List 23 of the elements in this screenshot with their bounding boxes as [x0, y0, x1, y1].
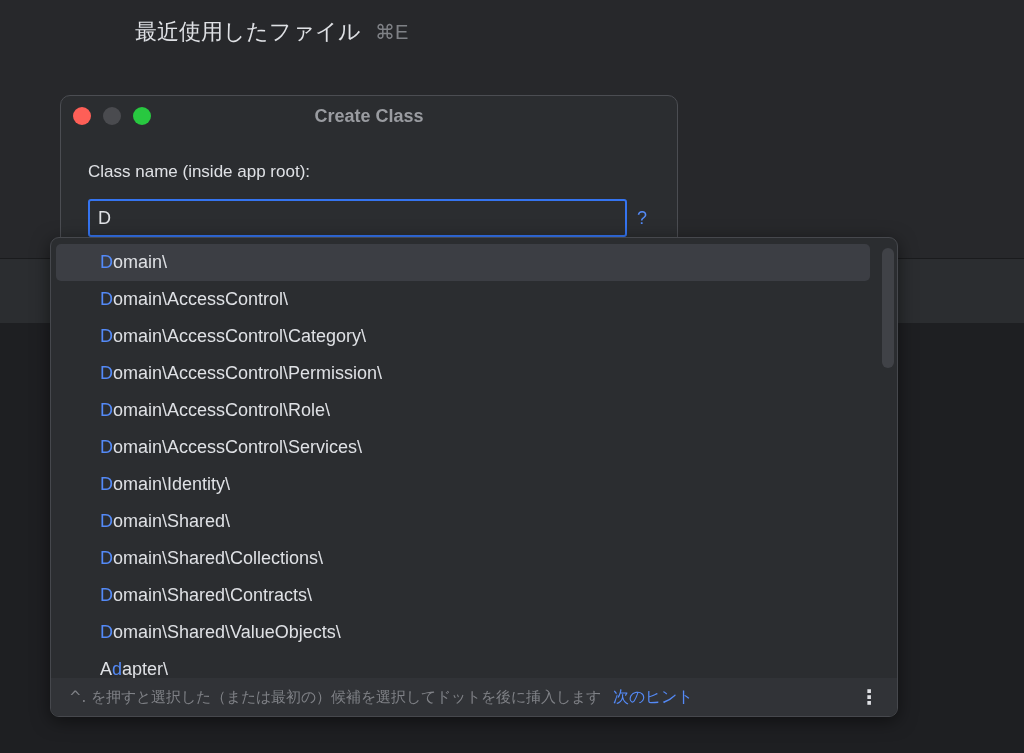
menu-item[interactable]: 最近使用したファイル: [135, 17, 361, 47]
field-label: Class name (inside app root):: [88, 162, 311, 182]
suggestion-item[interactable]: Domain\Shared\Contracts\: [56, 577, 870, 614]
suggestion-item[interactable]: Domain\Identity\: [56, 466, 870, 503]
suggestion-item[interactable]: Adapter\: [56, 651, 870, 678]
help-link[interactable]: ?: [637, 207, 647, 229]
suggestion-item[interactable]: Domain\Shared\ValueObjects\: [56, 614, 870, 651]
hint-text: ^. を押すと選択した（または最初の）候補を選択してドットを後に挿入します: [69, 687, 602, 707]
suggestion-item[interactable]: Domain\AccessControl\Permission\: [56, 355, 870, 392]
suggestion-item[interactable]: Domain\Shared\: [56, 503, 870, 540]
suggestion-item[interactable]: Domain\AccessControl\Services\: [56, 429, 870, 466]
shortcut-text: ⌘E: [375, 20, 409, 44]
suggestion-item[interactable]: Domain\Shared\Collections\: [56, 540, 870, 577]
next-hint-link[interactable]: 次のヒント: [613, 686, 694, 708]
more-button[interactable]: ⋮: [859, 685, 879, 709]
class-name-field[interactable]: D: [88, 199, 627, 237]
close-icon[interactable]: [73, 107, 91, 125]
zoom-icon[interactable]: [133, 107, 151, 125]
suggestion-item[interactable]: Domain\: [56, 244, 870, 281]
suggestion-item[interactable]: Domain\AccessControl\Category\: [56, 318, 870, 355]
suggestion-item[interactable]: Domain\AccessControl\Role\: [56, 392, 870, 429]
suggestion-item[interactable]: Domain\AccessControl\: [56, 281, 870, 318]
window-title: Create Class: [314, 105, 424, 127]
